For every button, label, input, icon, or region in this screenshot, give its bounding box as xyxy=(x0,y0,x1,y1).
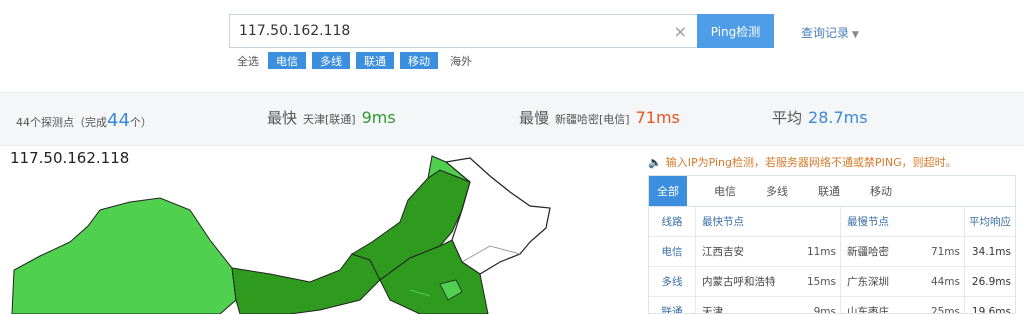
fastest-location: 天津[联通] xyxy=(303,113,356,126)
header-slow-label: 最慢节点 xyxy=(847,216,889,228)
result-panel: 全部 电信 多线 联通 移动 线路 最快节点 最慢节点 平均响应 电信 江西吉安… xyxy=(648,175,1016,314)
row-line[interactable]: 联通 xyxy=(649,304,695,313)
ping-button[interactable]: Ping检测 xyxy=(697,14,774,48)
slowest-stat: 最慢 新疆哈密[电信] 71ms xyxy=(519,107,680,128)
tab-mobile[interactable]: 移动 xyxy=(855,176,907,206)
table-row: 联通 天津 9ms 山东枣庄 25ms 19.6ms xyxy=(649,297,1015,314)
tab-unicom[interactable]: 联通 xyxy=(803,176,855,206)
row-fast-node: 天津 xyxy=(702,306,723,314)
history-dropdown[interactable]: 查询记录 ▼ xyxy=(801,24,859,41)
search-input[interactable]: 117.50.162.118 × xyxy=(229,14,697,48)
isp-chip-multiline[interactable]: 多线 xyxy=(312,52,350,69)
map-region-gansu xyxy=(231,253,381,314)
header-line: 线路 xyxy=(661,216,683,228)
row-fast-ms: 9ms xyxy=(813,305,836,314)
row-avg: 26.9ms xyxy=(964,267,1015,296)
map-ip-label: 117.50.162.118 xyxy=(10,149,130,167)
average-label: 平均 xyxy=(772,109,803,127)
isp-overseas[interactable]: 海外 xyxy=(450,53,472,69)
tab-all[interactable]: 全部 xyxy=(649,176,687,206)
select-all-link[interactable]: 全选 xyxy=(237,53,259,69)
clear-icon[interactable]: × xyxy=(674,22,687,41)
fastest-label: 最快 xyxy=(267,109,298,127)
search-bar: 117.50.162.118 × Ping检测 xyxy=(229,14,774,48)
isp-chip-mobile[interactable]: 移动 xyxy=(400,52,438,69)
chevron-down-icon: ▼ xyxy=(852,30,859,40)
notice: 🔈 输入IP为Ping检测，若服务器网络不通或禁PING，则超时。 xyxy=(648,154,957,170)
probe-count-prefix: 44个探测点（完成 xyxy=(16,116,107,129)
isp-tabs: 全部 电信 多线 联通 移动 xyxy=(649,176,1015,207)
slowest-label: 最慢 xyxy=(519,109,550,127)
row-slow-node: 新疆哈密 xyxy=(847,246,889,258)
header-fast: 最快节点 xyxy=(695,207,840,236)
fastest-stat: 最快 天津[联通] 9ms xyxy=(267,107,396,128)
row-fast-ms: 11ms xyxy=(806,245,836,258)
average-stat: 平均 28.7ms xyxy=(772,107,868,128)
slowest-value: 71ms xyxy=(635,108,680,127)
china-ping-map[interactable] xyxy=(0,150,640,314)
row-line[interactable]: 电信 xyxy=(649,244,695,259)
isp-chip-telecom[interactable]: 电信 xyxy=(268,52,306,69)
header-fast-label: 最快节点 xyxy=(702,216,744,228)
history-label: 查询记录 xyxy=(801,26,850,40)
probe-count-done: 44 xyxy=(107,110,130,131)
row-fast-ms: 15ms xyxy=(806,275,836,288)
slowest-location: 新疆哈密[电信] xyxy=(555,113,630,126)
row-line[interactable]: 多线 xyxy=(649,274,695,289)
tab-multiline[interactable]: 多线 xyxy=(751,176,803,206)
row-fast-node: 江西吉安 xyxy=(702,246,744,258)
table-row: 电信 江西吉安 11ms 新疆哈密 71ms 34.1ms xyxy=(649,237,1015,267)
tab-telecom[interactable]: 电信 xyxy=(699,176,751,206)
row-fast: 天津 9ms xyxy=(695,297,840,314)
row-avg: 19.6ms xyxy=(964,297,1015,313)
table-row: 多线 内蒙古呼和浩特 15ms 广东深圳 44ms 26.9ms xyxy=(649,267,1015,297)
row-avg: 34.1ms xyxy=(964,237,1015,266)
fastest-value: 9ms xyxy=(361,108,396,127)
search-input-value: 117.50.162.118 xyxy=(239,23,351,39)
isp-chip-unicom[interactable]: 联通 xyxy=(356,52,394,69)
row-slow: 广东深圳 44ms xyxy=(840,267,964,296)
row-slow: 新疆哈密 71ms xyxy=(840,237,964,266)
row-fast: 江西吉安 11ms xyxy=(695,237,840,266)
probe-count-suffix: 个） xyxy=(129,116,152,129)
row-slow: 山东枣庄 25ms xyxy=(840,297,964,314)
speaker-icon: 🔈 xyxy=(648,156,662,169)
row-slow-node: 广东深圳 xyxy=(847,276,889,288)
row-slow-node: 山东枣庄 xyxy=(847,306,889,314)
table-header: 线路 最快节点 最慢节点 平均响应 xyxy=(649,207,1015,237)
probe-count: 44个探测点（完成 44 个） xyxy=(16,110,152,131)
row-slow-ms: 71ms xyxy=(930,245,960,258)
row-fast: 内蒙古呼和浩特 15ms xyxy=(695,267,840,296)
row-slow-ms: 44ms xyxy=(930,275,960,288)
map-region-northeast xyxy=(444,157,551,275)
header-avg: 平均响应 xyxy=(964,207,1015,236)
header-slow: 最慢节点 xyxy=(840,207,964,236)
isp-filter: 全选 电信 多线 联通 移动 海外 xyxy=(237,52,472,69)
row-slow-ms: 25ms xyxy=(930,305,960,314)
map-region-xinjiang xyxy=(11,197,237,314)
stats-bar: 44个探测点（完成 44 个） 最快 天津[联通] 9ms 最慢 新疆哈密[电信] … xyxy=(0,92,1024,146)
average-value: 28.7ms xyxy=(808,108,868,127)
notice-text: 输入IP为Ping检测，若服务器网络不通或禁PING，则超时。 xyxy=(665,156,957,169)
row-fast-node: 内蒙古呼和浩特 xyxy=(702,276,776,288)
